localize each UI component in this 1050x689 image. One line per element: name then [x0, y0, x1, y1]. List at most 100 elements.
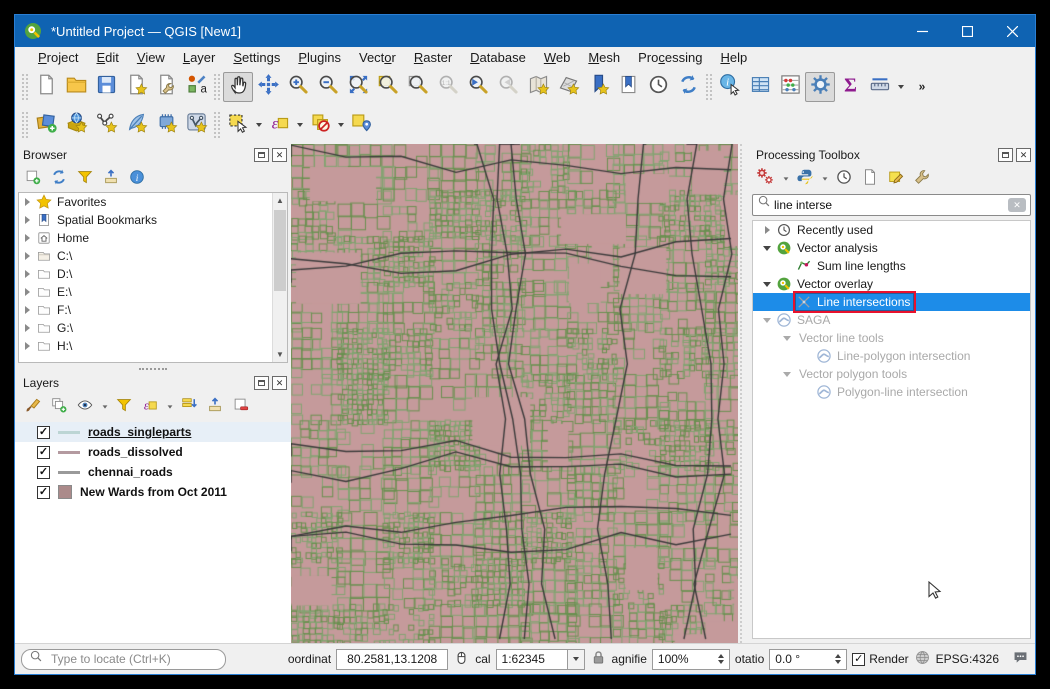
- filter-browser-button[interactable]: [73, 167, 97, 191]
- pan-to-selection-button[interactable]: [253, 72, 283, 102]
- magnifier-spinner[interactable]: [718, 654, 724, 664]
- algorithm-item-vector-overlay[interactable]: Vector overlay: [753, 275, 1030, 293]
- filter-by-expression-button[interactable]: ε: [138, 395, 162, 419]
- layer-visibility-checkbox[interactable]: ✓: [37, 446, 50, 459]
- open-layer-styling-button[interactable]: [21, 395, 45, 419]
- pan-map-button[interactable]: [223, 72, 253, 102]
- coordinate-value[interactable]: 80.2581,13.1208: [336, 649, 448, 670]
- algorithm-item-line-intersections[interactable]: Line intersections: [753, 293, 1030, 311]
- layer-visibility-checkbox[interactable]: ✓: [37, 426, 50, 439]
- deselect-all-button[interactable]: [305, 110, 335, 140]
- scroll-up-icon[interactable]: ▲: [273, 193, 287, 208]
- measure-line-dropdown-icon[interactable]: [895, 72, 906, 102]
- select-features-button[interactable]: [223, 110, 253, 140]
- open-attribute-table-button[interactable]: [745, 72, 775, 102]
- toolbar-grip[interactable]: [22, 112, 28, 138]
- menu-plugins[interactable]: Plugins: [289, 49, 350, 66]
- layer-visibility-checkbox[interactable]: ✓: [37, 466, 50, 479]
- minimize-button[interactable]: [900, 15, 945, 47]
- python-scripts-dropdown-icon[interactable]: [819, 167, 830, 191]
- menu-help[interactable]: Help: [711, 49, 756, 66]
- algorithm-item-vector-polygon-tools[interactable]: Vector polygon tools: [753, 365, 1030, 383]
- select-by-expression-dropdown-icon[interactable]: [294, 110, 305, 140]
- menu-raster[interactable]: Raster: [405, 49, 461, 66]
- menu-settings[interactable]: Settings: [224, 49, 289, 66]
- remove-layer-button[interactable]: [229, 395, 253, 419]
- toolbar-grip[interactable]: [214, 112, 220, 138]
- processing-search-input[interactable]: [774, 198, 1008, 212]
- close-button[interactable]: [990, 15, 1035, 47]
- new-3d-map-view-button[interactable]: [553, 72, 583, 102]
- messages-icon[interactable]: [1012, 649, 1029, 669]
- filter-legend-button[interactable]: [112, 395, 136, 419]
- browser-item-h[interactable]: H:\: [19, 337, 287, 355]
- zoom-last-button[interactable]: [463, 72, 493, 102]
- enable-properties-widget-button[interactable]: i: [125, 167, 149, 191]
- expander-icon[interactable]: [19, 216, 35, 224]
- algorithm-item-saga[interactable]: SAGA: [753, 311, 1030, 329]
- menu-project[interactable]: Project: [29, 49, 87, 66]
- expander-icon[interactable]: [19, 288, 35, 296]
- open-data-source-manager-button[interactable]: [31, 110, 61, 140]
- browser-item-g[interactable]: G:\: [19, 319, 287, 337]
- models-dropdown-icon[interactable]: [780, 167, 791, 191]
- scale-value[interactable]: 1:62345: [496, 649, 568, 670]
- toolbar-overflow-button[interactable]: »: [906, 76, 938, 99]
- add-group-button[interactable]: [47, 395, 71, 419]
- new-spatialite-layer-button[interactable]: [121, 110, 151, 140]
- menu-layer[interactable]: Layer: [174, 49, 225, 66]
- browser-scrollbar[interactable]: ▲ ▼: [272, 193, 287, 362]
- processing-options-button[interactable]: [910, 167, 934, 191]
- expander-icon[interactable]: [19, 198, 35, 206]
- zoom-to-selection-button[interactable]: [373, 72, 403, 102]
- expander-icon[interactable]: [19, 252, 35, 260]
- layer-item-roads-dissolved[interactable]: ✓ roads_dissolved: [15, 442, 291, 462]
- algorithm-item-line-polygon-intersection[interactable]: Line-polygon intersection: [753, 347, 1030, 365]
- browser-item-d[interactable]: D:\: [19, 265, 287, 283]
- zoom-full-button[interactable]: [343, 72, 373, 102]
- browser-item-home[interactable]: Home: [19, 229, 287, 247]
- select-by-value-button[interactable]: [346, 110, 376, 140]
- menu-web[interactable]: Web: [535, 49, 580, 66]
- new-virtual-layer-button[interactable]: [181, 110, 211, 140]
- new-print-layout-button[interactable]: [121, 72, 151, 102]
- models-button[interactable]: [754, 167, 778, 191]
- expander-icon[interactable]: [759, 318, 775, 323]
- select-by-expression-button[interactable]: ε: [264, 110, 294, 140]
- statistical-summary-button[interactable]: [775, 72, 805, 102]
- collapse-all-browser-button[interactable]: [99, 167, 123, 191]
- new-map-view-button[interactable]: [523, 72, 553, 102]
- expander-icon[interactable]: [19, 234, 35, 242]
- algorithm-item-recently-used[interactable]: Recently used: [753, 221, 1030, 239]
- add-selected-layers-button[interactable]: [21, 167, 45, 191]
- browser-float-button[interactable]: [254, 148, 269, 162]
- layer-item-chennai-roads[interactable]: ✓ chennai_roads: [15, 462, 291, 482]
- browser-item-c[interactable]: C:\: [19, 247, 287, 265]
- python-scripts-button[interactable]: [793, 167, 817, 191]
- menu-processing[interactable]: Processing: [629, 49, 711, 66]
- results-viewer-button[interactable]: [858, 167, 882, 191]
- new-temporary-scratch-layer-button[interactable]: [151, 110, 181, 140]
- expander-icon[interactable]: [19, 270, 35, 278]
- algorithm-item-vector-analysis[interactable]: Vector analysis: [753, 239, 1030, 257]
- zoom-in-button[interactable]: [283, 72, 313, 102]
- filter-by-expression-dropdown-icon[interactable]: [164, 395, 175, 419]
- crs-status[interactable]: EPSG:4326: [936, 652, 999, 666]
- locator-input[interactable]: [51, 652, 218, 666]
- algorithm-item-polygon-line-intersection[interactable]: Polygon-line intersection: [753, 383, 1030, 401]
- browser-item-favorites[interactable]: Favorites: [19, 193, 287, 211]
- processing-close-button[interactable]: ✕: [1016, 148, 1031, 162]
- history-button[interactable]: [832, 167, 856, 191]
- toolbar-grip[interactable]: [214, 74, 220, 100]
- layers-close-button[interactable]: ✕: [272, 376, 287, 390]
- scroll-down-icon[interactable]: ▼: [273, 347, 287, 362]
- edit-features-in-place-button[interactable]: [884, 167, 908, 191]
- select-features-dropdown-icon[interactable]: [253, 110, 264, 140]
- show-statistics-button[interactable]: Σ: [835, 72, 865, 102]
- clear-search-icon[interactable]: ✕: [1008, 198, 1026, 212]
- expander-icon[interactable]: [759, 282, 775, 287]
- new-spatial-bookmark-button[interactable]: [583, 72, 613, 102]
- open-project-button[interactable]: [61, 72, 91, 102]
- rotation-spinner[interactable]: [835, 654, 841, 664]
- refresh-browser-button[interactable]: [47, 167, 71, 191]
